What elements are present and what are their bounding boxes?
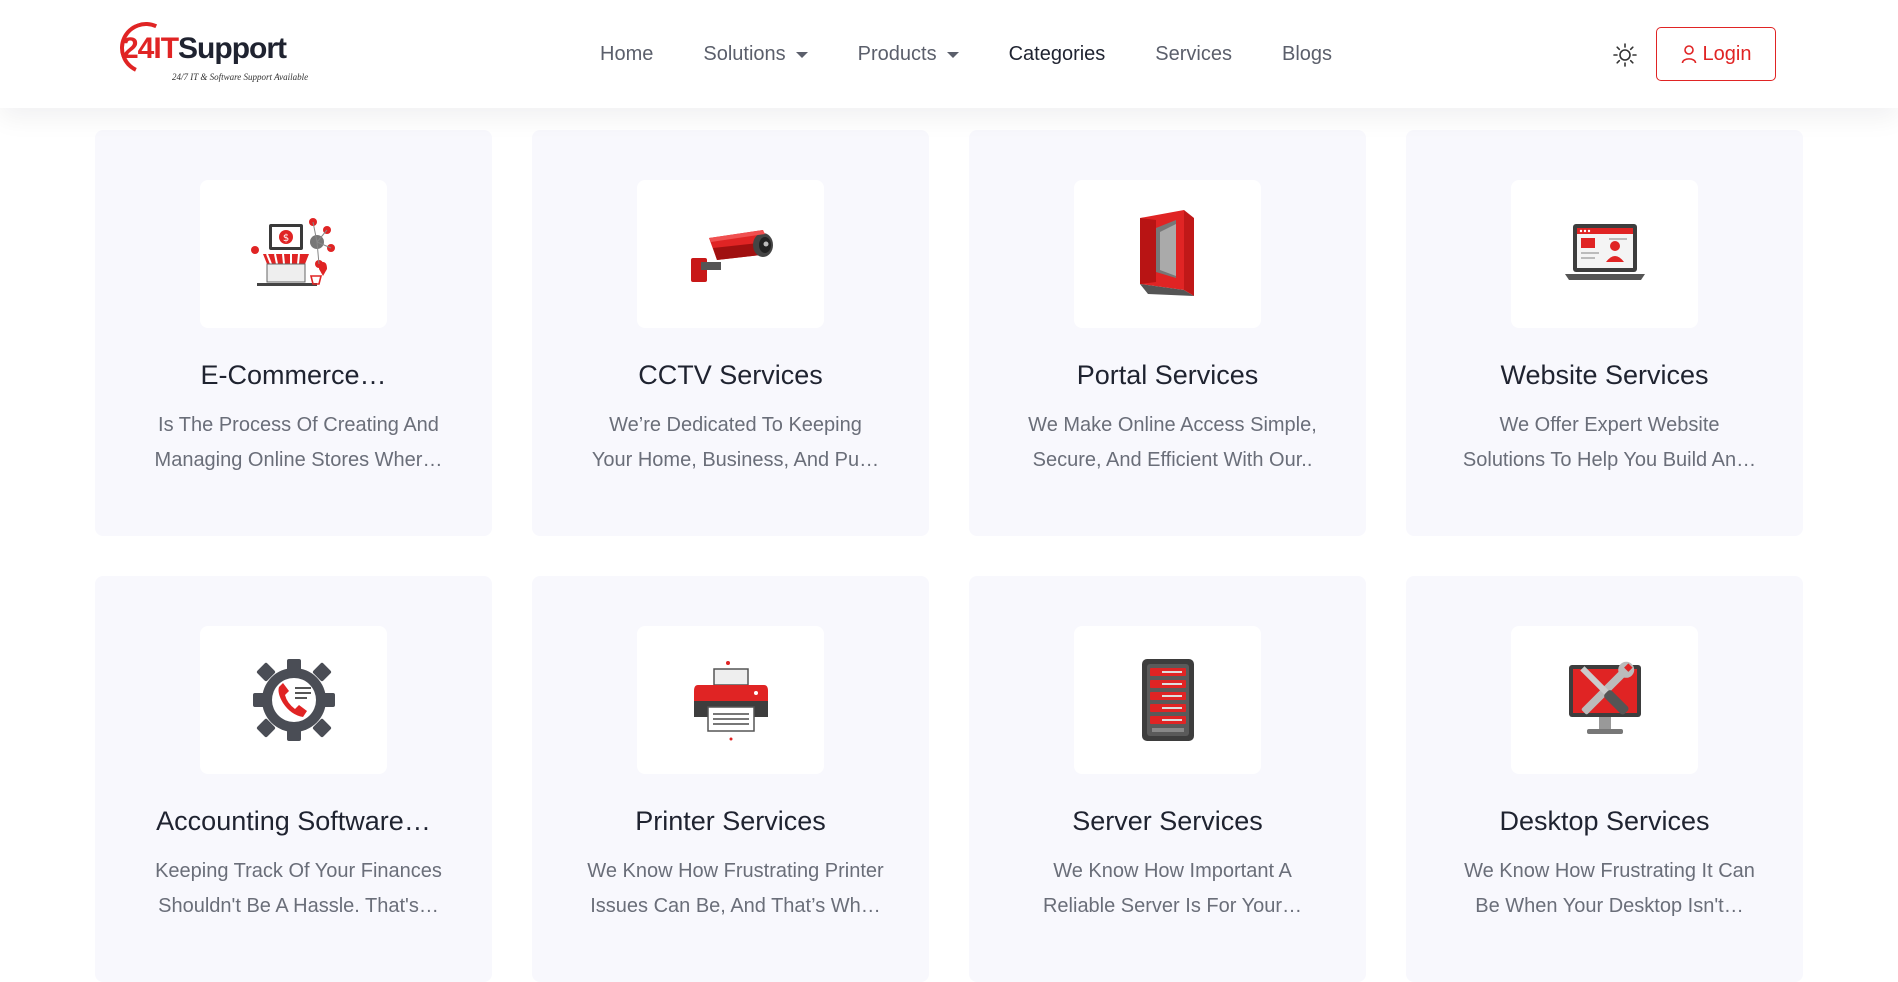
logo-24: 24 [122, 32, 154, 65]
category-card-desktop[interactable]: Desktop Services We Know How Frustrating… [1406, 576, 1803, 982]
card-description: We Know How Frustrating Printer Issues C… [582, 854, 889, 924]
card-icon-box [1074, 180, 1261, 328]
card-desc-line: We Know How Important A [1053, 860, 1292, 882]
card-desc-line: Shouldn't Be A Hassle. That's… [158, 895, 439, 917]
category-card-accounting[interactable]: Accounting Software… Keeping Track Of Yo… [95, 576, 492, 982]
card-description: We Make Online Access Simple, Secure, An… [1019, 408, 1326, 478]
nav-categories-label: Categories [1008, 42, 1106, 65]
user-icon [1681, 45, 1696, 64]
card-description: We Know How Frustrating It Can Be When Y… [1456, 854, 1763, 924]
nav-blogs[interactable]: Blogs [1282, 43, 1332, 66]
card-desc-line: Managing Online Stores Wher… [154, 449, 443, 471]
nav-categories[interactable]: Categories [1009, 43, 1106, 66]
card-icon-box [1511, 180, 1698, 328]
card-desc-line: Be When Your Desktop Isn't… [1475, 895, 1744, 917]
category-card-printer[interactable]: Printer Services We Know How Frustrating… [532, 576, 929, 982]
portal-door-icon [1139, 210, 1194, 296]
category-card-cctv[interactable]: CCTV Services We’re Dedicated To Keeping… [532, 130, 929, 536]
card-icon-box [200, 626, 387, 774]
card-icon-box: $ [200, 180, 387, 328]
main-nav: Home Solutions Products Categories Servi… [600, 0, 1382, 108]
nav-services[interactable]: Services [1155, 43, 1232, 66]
cctv-camera-icon [690, 230, 773, 282]
desktop-tools-icon [1568, 661, 1641, 734]
card-desc-line: Solutions To Help You Build An… [1462, 449, 1757, 471]
login-label: Login [1702, 42, 1752, 65]
card-desc-line: We Know How Frustrating Printer [587, 860, 884, 882]
card-title[interactable]: Website Services [1416, 360, 1793, 391]
card-icon-box [1511, 626, 1698, 774]
card-desc-line: We’re Dedicated To Keeping [609, 414, 862, 436]
card-desc-line: We Make Online Access Simple, [1028, 414, 1317, 436]
card-description: We Know How Important A Reliable Server … [1019, 854, 1326, 924]
card-icon-box [1074, 626, 1261, 774]
card-desc-line: Reliable Server Is For Your… [1042, 895, 1302, 917]
chevron-down-icon [795, 52, 808, 58]
sun-icon[interactable] [1612, 42, 1638, 68]
card-desc-line: Issues Can Be, And That’s Wh… [590, 895, 881, 917]
chevron-down-icon [946, 52, 959, 58]
nav-home[interactable]: Home [600, 43, 653, 66]
card-desc-line: Is The Process Of Creating And [158, 414, 439, 436]
category-card-ecommerce[interactable]: $ E-Commerce… Is The Process Of Creating… [95, 130, 492, 536]
login-button[interactable]: Login [1656, 27, 1776, 81]
svg-text:$: $ [282, 233, 288, 244]
card-title[interactable]: Printer Services [542, 806, 919, 837]
card-description: We Offer Expert Website Solutions To Hel… [1456, 408, 1763, 478]
card-title[interactable]: Accounting Software… [105, 806, 482, 837]
site-logo[interactable]: 24ITSupport 24/7 IT & Software Support A… [112, 14, 322, 88]
logo-tagline: 24/7 IT & Software Support Available [172, 72, 309, 82]
card-title[interactable]: Portal Services [979, 360, 1356, 391]
gear-phone-icon [252, 659, 335, 741]
laptop-website-icon [1564, 224, 1645, 280]
nav-blogs-label: Blogs [1282, 42, 1333, 65]
card-desc-line: Keeping Track Of Your Finances [155, 860, 442, 882]
card-description: Is The Process Of Creating And Managing … [145, 408, 452, 478]
card-desc-line: We Offer Expert Website [1499, 414, 1720, 436]
category-card-server[interactable]: Server Services We Know How Important A … [969, 576, 1366, 982]
nav-products[interactable]: Products [858, 43, 959, 66]
logo-wordmark: 24ITSupport [122, 32, 287, 66]
site-header: 24ITSupport 24/7 IT & Software Support A… [0, 0, 1898, 108]
card-icon-box [637, 626, 824, 774]
nav-products-label: Products [857, 42, 937, 65]
nav-solutions[interactable]: Solutions [703, 42, 808, 66]
card-desc-line: Your Home, Business, And Pu… [591, 449, 880, 471]
card-desc-line: Secure, And Efficient With Our.. [1032, 449, 1313, 471]
card-desc-line: We Know How Frustrating It Can [1464, 860, 1755, 882]
card-title[interactable]: E-Commerce… [105, 360, 482, 391]
category-card-portal[interactable]: Portal Services We Make Online Access Si… [969, 130, 1366, 536]
ecommerce-store-icon: $ [250, 218, 335, 286]
nav-solutions-label: Solutions [703, 42, 786, 65]
printer-icon [693, 661, 768, 741]
server-rack-icon [1141, 659, 1194, 741]
card-description: Keeping Track Of Your Finances Shouldn't… [145, 854, 452, 924]
card-title[interactable]: Desktop Services [1416, 806, 1793, 837]
card-description: We’re Dedicated To Keeping Your Home, Bu… [582, 408, 889, 478]
card-title[interactable]: Server Services [979, 806, 1356, 837]
logo-support: Support [178, 32, 287, 65]
nav-services-label: Services [1155, 42, 1232, 65]
logo-it: IT [153, 32, 179, 65]
nav-home-label: Home [600, 42, 654, 65]
card-icon-box [637, 180, 824, 328]
card-title[interactable]: CCTV Services [542, 360, 919, 391]
category-card-website[interactable]: Website Services We Offer Expert Website… [1406, 130, 1803, 536]
